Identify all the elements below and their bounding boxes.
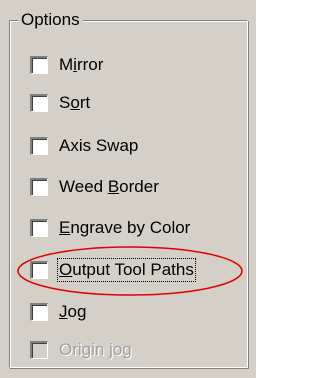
options-group-title: Options: [18, 9, 83, 31]
weed-border-checkbox-label: Weed Border: [59, 177, 159, 196]
mirror-checkbox[interactable]: Mirror: [30, 52, 103, 78]
jog-checkbox-label: Jog: [59, 302, 87, 321]
engrave-by-color-checkbox-label: Engrave by Color: [59, 218, 191, 237]
sort-checkbox-label: Sort: [59, 93, 91, 112]
axis-swap-checkbox[interactable]: Axis Swap: [30, 133, 138, 159]
jog-checkbox-box[interactable]: [30, 303, 48, 321]
output-tool-paths-checkbox-label: Output Tool Paths: [57, 258, 196, 282]
engrave-by-color-checkbox[interactable]: Engrave by Color: [30, 215, 190, 241]
mirror-checkbox-label: Mirror: [59, 55, 104, 74]
output-tool-paths-checkbox-box[interactable]: [30, 261, 48, 279]
axis-swap-checkbox-box[interactable]: [30, 137, 48, 155]
mirror-checkbox-box[interactable]: [30, 56, 48, 74]
origin-jog-checkbox: Origin jog: [30, 337, 132, 363]
origin-jog-checkbox-box: [30, 341, 48, 359]
output-tool-paths-checkbox[interactable]: Output Tool Paths: [30, 257, 196, 283]
options-panel: Options Mirror Sort Axis Swap Weed Borde…: [0, 0, 256, 378]
engrave-by-color-checkbox-box[interactable]: [30, 219, 48, 237]
weed-border-checkbox[interactable]: Weed Border: [30, 174, 159, 200]
axis-swap-checkbox-label: Axis Swap: [59, 136, 139, 155]
weed-border-checkbox-box[interactable]: [30, 178, 48, 196]
jog-checkbox[interactable]: Jog: [30, 299, 86, 325]
origin-jog-checkbox-label: Origin jog: [59, 340, 132, 359]
sort-checkbox[interactable]: Sort: [30, 90, 90, 116]
sort-checkbox-box[interactable]: [30, 94, 48, 112]
